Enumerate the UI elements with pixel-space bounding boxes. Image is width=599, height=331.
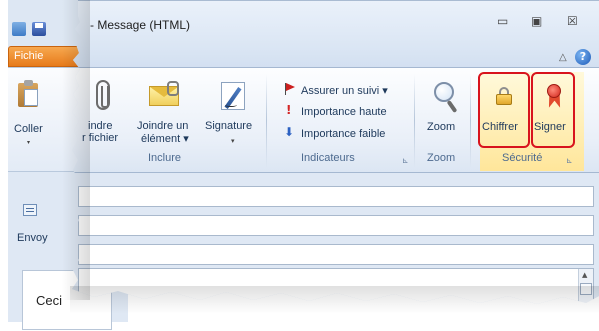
send-icon [23,204,37,216]
outlook-message-window: Fichie Coller ▾ Envoy Ceci - Message (HT… [0,0,599,331]
attach-file-label-2[interactable]: r fichier [82,132,118,144]
paste-dropdown-arrow[interactable]: ▾ [27,139,30,146]
group-label-indicators: Indicateurs [301,152,355,164]
save-icon[interactable] [32,22,46,36]
send-button-label: Envoy [17,232,48,244]
compose-body-text: Ceci [36,293,63,308]
cc-field[interactable] [78,215,594,236]
attach-item-label-2[interactable]: élément ▾ [141,132,189,145]
group-separator [266,74,267,168]
help-icon[interactable]: ? [575,49,591,65]
follow-up-button[interactable]: Assurer un suivi ▾ [301,84,388,97]
home-icon[interactable] [12,22,26,36]
vertical-scrollbar[interactable]: ▲ [578,269,593,304]
low-importance-button[interactable]: Importance faible [301,128,385,140]
quick-access-toolbar [12,20,82,40]
group-label-security: Sécurité [502,152,543,164]
compose-area[interactable] [78,268,594,304]
indicators-dialog-launcher[interactable]: ⊾ [402,156,409,165]
attach-file-label-1[interactable]: indre [88,120,112,132]
file-tab-label: Fichie [14,50,44,62]
group-label-include: Inclure [148,152,182,164]
signature-dropdown-arrow[interactable]: ▾ [231,137,235,145]
message-window-front: - Message (HTML) ▭ ▣ ☒ △ ? indre r fichi… [72,0,599,304]
follow-up-flag-icon [285,83,295,95]
to-field[interactable] [78,186,594,207]
ribbon-tab-strip [72,46,599,68]
send-button[interactable]: Envoy [15,200,75,255]
signature-label[interactable]: Signature [205,120,252,132]
close-button[interactable]: ☒ [567,14,578,28]
high-importance-icon: ! [286,103,292,117]
attach-item-icon[interactable] [149,81,179,106]
zoom-button-label[interactable]: Zoom [427,121,455,133]
low-importance-icon: ⬇ [284,125,295,139]
paste-button-label[interactable]: Coller [14,123,43,135]
signature-icon[interactable] [221,82,245,110]
attach-item-label-1[interactable]: Joindre un [137,120,188,132]
split-icon[interactable] [580,283,592,295]
group-separator [414,74,415,168]
group-separator [470,74,471,168]
maximize-button[interactable]: ▣ [531,14,542,28]
minimize-ribbon-icon[interactable]: △ [559,52,567,63]
sign-button[interactable] [531,72,575,148]
security-dialog-launcher[interactable]: ⊾ [566,156,573,165]
window-title: - Message (HTML) [90,18,191,32]
group-label-zoom: Zoom [427,152,456,164]
high-importance-button[interactable]: Importance haute [301,106,387,118]
paste-icon[interactable] [18,80,40,108]
attach-file-icon[interactable] [96,80,110,110]
encrypt-button[interactable] [478,72,530,148]
subject-field[interactable] [78,244,594,265]
scroll-up-icon[interactable]: ▲ [582,271,587,279]
zoom-icon[interactable] [434,82,458,118]
minimize-button[interactable]: ▭ [497,14,508,28]
file-tab[interactable]: Fichie [8,46,84,67]
